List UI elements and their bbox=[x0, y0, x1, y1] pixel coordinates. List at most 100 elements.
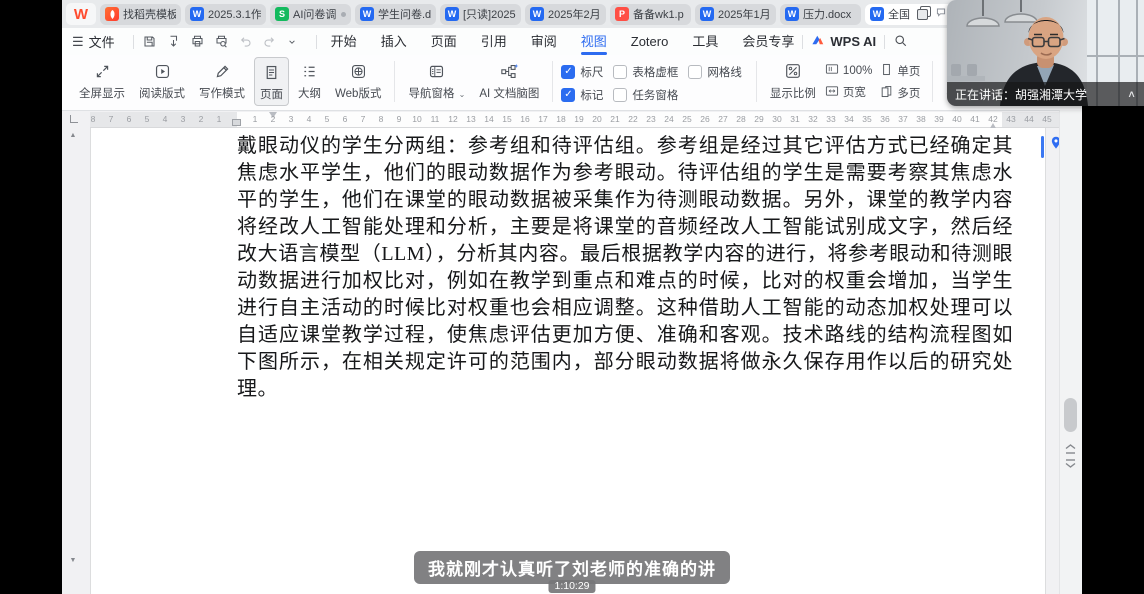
web-layout-button[interactable]: Web版式 bbox=[330, 55, 386, 110]
next-page-button[interactable] bbox=[1063, 458, 1078, 469]
single-page-button[interactable]: 单页 bbox=[880, 63, 920, 79]
ruler-number: 34 bbox=[844, 115, 853, 124]
menu-item-insert[interactable]: 插入 bbox=[381, 28, 407, 55]
ruler-number: 42 bbox=[988, 115, 997, 124]
tab-docer[interactable]: 找稻壳模板 bbox=[100, 4, 181, 25]
page-view-icon bbox=[263, 62, 280, 82]
ppt-icon: P bbox=[615, 7, 629, 21]
menu-item-tools[interactable]: 工具 bbox=[692, 28, 718, 55]
ruler-number: 39 bbox=[934, 115, 943, 124]
wps-ai-menu[interactable]: WPS AI bbox=[811, 33, 876, 50]
document-page[interactable]: 戴眼动仪的学生分两组：参考组和待评估组。参考组是经过其它评估方式已经确定其 焦虑… bbox=[90, 128, 1046, 594]
ruler-number: 28 bbox=[736, 115, 745, 124]
separator bbox=[932, 61, 933, 102]
document-area: 戴眼动仪的学生分两组：参考组和待评估组。参考组是经过其它评估方式已经确定其 焦虑… bbox=[62, 128, 1082, 594]
menu-bar: ☰ 文件 开始 插入 页面 引用 审阅 视图 Zotero bbox=[62, 28, 1082, 55]
separator bbox=[884, 35, 885, 49]
ribbon-view-tab: 全屏显示 阅读版式 写作模式 页面 大纲 Web版式 bbox=[62, 55, 1082, 111]
text-line: 平的学生，他们在课堂的眼动数据被采集作为待测眼动数据。另外，课堂的教学内容 bbox=[237, 187, 1013, 214]
navigation-pane-button[interactable]: 导航窗格 ⌄ bbox=[403, 55, 470, 110]
menu-item-reference[interactable]: 引用 bbox=[481, 28, 507, 55]
ruler-number: 41 bbox=[970, 115, 979, 124]
chevron-down-icon: ⌄ bbox=[459, 90, 466, 99]
tab-document[interactable]: W 2025年1月 bbox=[695, 4, 776, 25]
tab-document[interactable]: W 2025.3.1作 bbox=[185, 4, 266, 25]
menu-item-member[interactable]: 会员专享 bbox=[742, 28, 794, 55]
fullscreen-button[interactable]: 全屏显示 bbox=[74, 55, 130, 110]
tab-label: 2025年1月 bbox=[718, 6, 771, 22]
navigation-pane-icon bbox=[428, 61, 445, 81]
wps-logo[interactable]: W bbox=[66, 3, 96, 25]
read-mode-button[interactable]: 阅读版式 bbox=[134, 55, 190, 110]
word-icon: W bbox=[785, 7, 799, 21]
ruler-number: 21 bbox=[610, 115, 619, 124]
zoom-ratio-button[interactable]: 显示比例 bbox=[765, 55, 821, 110]
separator bbox=[552, 61, 553, 102]
ruler-number: 2 bbox=[199, 115, 204, 124]
save-icon[interactable] bbox=[142, 34, 157, 49]
tab-document[interactable]: W [只读]2025 bbox=[440, 4, 521, 25]
table-gridlines-checkbox[interactable]: 表格虚框 bbox=[613, 64, 678, 80]
ruler-number: 14 bbox=[484, 115, 493, 124]
wps-ai-icon bbox=[811, 33, 825, 50]
undo-icon[interactable] bbox=[238, 34, 253, 49]
print-preview-icon[interactable] bbox=[214, 34, 229, 49]
left-indent-marker[interactable] bbox=[232, 119, 241, 126]
wps-window: W 找稻壳模板 W 2025.3.1作 S AI问卷调 W 学生问卷.d W bbox=[62, 0, 1082, 594]
marks-checkbox[interactable]: ✓ 标记 bbox=[561, 87, 603, 103]
ruler-number: 22 bbox=[628, 115, 637, 124]
menu-item-review[interactable]: 审阅 bbox=[531, 28, 557, 55]
menu-item-zotero[interactable]: Zotero bbox=[631, 28, 669, 55]
tab-label: AI问卷调 bbox=[293, 6, 339, 22]
gridlines-checkbox[interactable]: 网格线 bbox=[688, 64, 742, 80]
tab-document[interactable]: W 学生问卷.d bbox=[355, 4, 436, 25]
tab-label: 学生问卷.d bbox=[378, 6, 431, 22]
tab-presentation[interactable]: P 备备wk1.p bbox=[610, 4, 691, 25]
scroll-up-arrow[interactable]: ▲ bbox=[62, 131, 84, 141]
ruler-checkbox[interactable]: ✓ 标尺 bbox=[561, 64, 603, 80]
previous-page-button[interactable] bbox=[1063, 444, 1078, 455]
tab-document[interactable]: W 2025年2月 bbox=[525, 4, 606, 25]
scroll-down-arrow[interactable]: ▼ bbox=[62, 556, 84, 566]
menu-item-home[interactable]: 开始 bbox=[331, 28, 357, 55]
ai-mindmap-button[interactable]: AI 文档脑图 bbox=[474, 55, 544, 110]
collapse-video-icon[interactable]: ∧ bbox=[1127, 88, 1136, 99]
tab-form[interactable]: S AI问卷调 bbox=[270, 4, 351, 25]
ruler-number: 5 bbox=[145, 115, 150, 124]
ruler-number: 43 bbox=[1006, 115, 1015, 124]
ruler-number: 20 bbox=[592, 115, 601, 124]
zoom-100-button[interactable]: 100% bbox=[825, 63, 872, 78]
read-mode-icon bbox=[154, 61, 171, 81]
tab-document[interactable]: W 压力.docx bbox=[780, 4, 861, 25]
task-pane-checkbox[interactable]: 任务窗格 bbox=[613, 87, 678, 103]
tab-bar: W 找稻壳模板 W 2025.3.1作 S AI问卷调 W 学生问卷.d W bbox=[62, 0, 1082, 28]
checkbox-unchecked-icon bbox=[613, 88, 627, 102]
ruler-number: 4 bbox=[307, 115, 312, 124]
search-icon[interactable] bbox=[893, 33, 908, 51]
ruler-number: 9 bbox=[397, 115, 402, 124]
export-pdf-icon[interactable] bbox=[166, 34, 181, 49]
outline-button[interactable]: 大纲 bbox=[293, 55, 326, 110]
vertical-scrollbar[interactable] bbox=[1059, 110, 1082, 594]
ruler-number: 32 bbox=[808, 115, 817, 124]
fit-width-button[interactable]: 页宽 bbox=[825, 84, 872, 100]
menu-item-view[interactable]: 视图 bbox=[581, 28, 607, 55]
ruler-number: 37 bbox=[898, 115, 907, 124]
ruler-number: 15 bbox=[502, 115, 511, 124]
scrollbar-thumb[interactable] bbox=[1064, 398, 1077, 432]
write-mode-button[interactable]: 写作模式 bbox=[194, 55, 250, 110]
text-line: 焦虑水平学生，他们的眼动数据作为参考眼动。待评估组的学生是需要考察其焦虑水 bbox=[237, 160, 1013, 187]
print-icon[interactable] bbox=[190, 34, 205, 49]
tab-label: [只读]2025 bbox=[463, 6, 516, 22]
file-menu[interactable]: ☰ 文件 bbox=[72, 32, 115, 51]
tab-stop-selector[interactable] bbox=[70, 115, 78, 123]
redo-icon[interactable] bbox=[262, 34, 277, 49]
restore-window-button[interactable] bbox=[917, 6, 930, 19]
chevron-down-icon[interactable] bbox=[286, 36, 298, 48]
text-line: 理。 bbox=[237, 376, 1013, 403]
page-view-button[interactable]: 页面 bbox=[254, 57, 289, 106]
multi-page-button[interactable]: 多页 bbox=[880, 85, 920, 101]
paragraph[interactable]: 戴眼动仪的学生分两组：参考组和待评估组。参考组是经过其它评估方式已经确定其 焦虑… bbox=[237, 133, 1013, 403]
comment-bubble-icon[interactable] bbox=[935, 5, 947, 23]
menu-item-page[interactable]: 页面 bbox=[431, 28, 457, 55]
